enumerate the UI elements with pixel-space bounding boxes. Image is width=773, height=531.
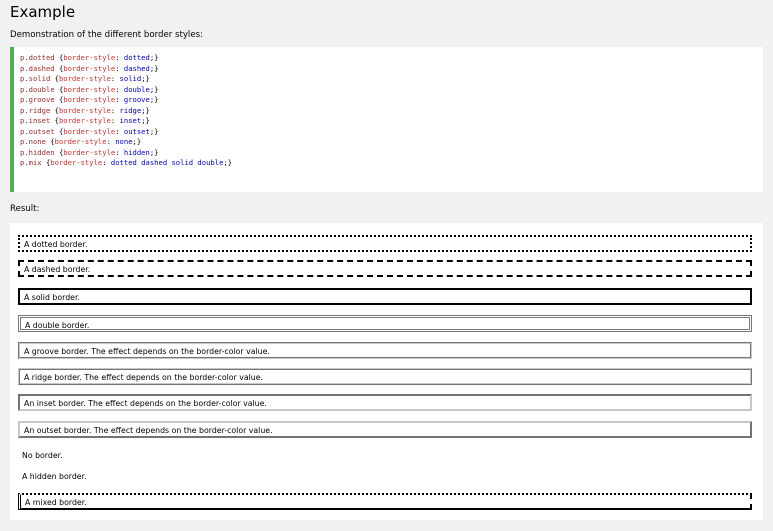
dashed-border-demo: A dashed border. [18, 260, 752, 277]
intro-text: Demonstration of the different border st… [10, 30, 203, 40]
code-line: p.outset {border-style: outset;} [20, 126, 159, 136]
groove-border-demo: A groove border. The effect depends on t… [18, 342, 752, 359]
page: Example Demonstration of the different b… [0, 0, 773, 531]
code-line: p.hidden {border-style: hidden;} [20, 147, 159, 157]
code-line: p.ridge {border-style: ridge;} [20, 105, 150, 115]
inset-border-demo: An inset border. The effect depends on t… [18, 394, 752, 411]
ridge-border-demo: A ridge border. The effect depends on th… [18, 368, 752, 385]
code-line: p.dotted {border-style: dotted;} [20, 53, 159, 62]
code-line: p.groove {border-style: groove;} [20, 95, 159, 104]
code-line: p.double {border-style: double;} [20, 84, 159, 94]
hidden-border-demo: A hidden border. [22, 472, 87, 481]
result-label: Result: [10, 204, 40, 214]
solid-border-demo: A solid border. [18, 288, 752, 305]
code-line: p.inset {border-style: inset;} [20, 116, 150, 125]
code-line: p.dashed {border-style: dashed;} [20, 63, 159, 73]
double-border-demo: A double border. [18, 315, 752, 332]
result-panel: A dotted border. A dashed border. A soli… [10, 223, 763, 520]
code-line: p.none {border-style: none;} [20, 137, 142, 146]
code-line: p.mix {border-style: dotted dashed solid… [20, 158, 233, 167]
dotted-border-demo: A dotted border. [18, 235, 752, 252]
code-example: p.dotted {border-style: dotted;} p.dashe… [10, 47, 763, 192]
code-line: p.solid {border-style: solid;} [20, 74, 150, 83]
outset-border-demo: An outset border. The effect depends on … [18, 421, 752, 438]
no-border-demo: No border. [22, 451, 63, 460]
mixed-border-demo: A mixed border. [18, 493, 752, 510]
page-title: Example [10, 3, 76, 21]
